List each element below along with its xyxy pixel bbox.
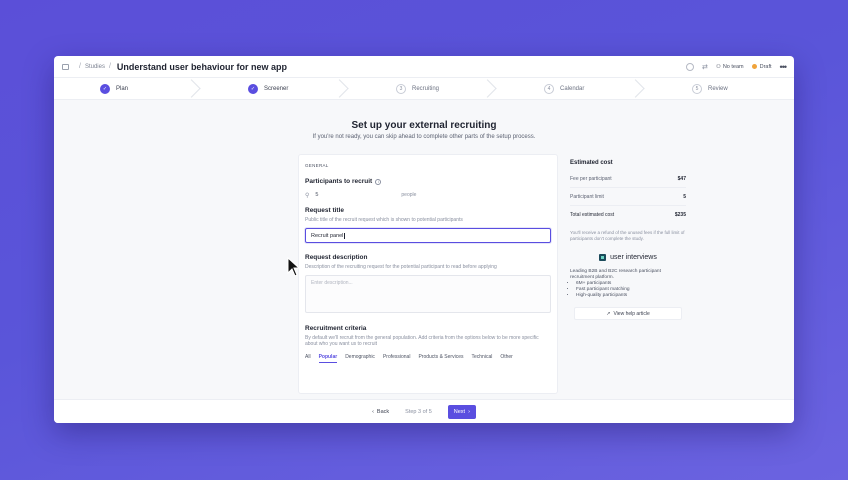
text-caret bbox=[344, 232, 346, 239]
preview-icon[interactable] bbox=[686, 62, 695, 71]
request-title-label: Request title bbox=[305, 207, 345, 214]
cost-row-total: Total estimated cost $235 bbox=[570, 206, 686, 224]
team-icon: ⚇ bbox=[715, 63, 721, 70]
setup-stepper: ✓ Plan ✓ Screener 3 Recruiting 4 Calenda… bbox=[54, 78, 794, 100]
person-icon: ⚲ bbox=[305, 192, 310, 199]
general-section-label: GENERAL bbox=[305, 163, 329, 168]
chevron-left-icon: ‹ bbox=[372, 408, 374, 415]
tab-professional[interactable]: Professional bbox=[383, 354, 411, 363]
step-number: 4 bbox=[544, 83, 554, 94]
tab-all[interactable]: All bbox=[305, 354, 311, 363]
cost-value: $47 bbox=[677, 175, 686, 182]
check-icon: ✓ bbox=[248, 83, 258, 94]
cost-panel: Estimated cost Fee per participant $47 P… bbox=[566, 154, 690, 344]
partner-logo: user interviews bbox=[570, 254, 686, 261]
step-label: Screener bbox=[264, 85, 289, 92]
participants-label: Participants to recruit i bbox=[305, 178, 551, 185]
request-title-value: Recruit panel bbox=[311, 232, 344, 239]
section-subheading: If you're not ready, you can skip ahead … bbox=[312, 134, 536, 140]
view-help-article-button[interactable]: ↗ View help article bbox=[574, 307, 682, 320]
step-screener[interactable]: ✓ Screener bbox=[202, 78, 350, 99]
partner-description: Leading B2B and B2C research participant… bbox=[570, 269, 661, 280]
page-title: Understand user behaviour for new app bbox=[116, 61, 287, 72]
cost-value: 5 bbox=[683, 193, 686, 200]
translate-icon[interactable]: ⇄ bbox=[702, 63, 708, 71]
step-label: Plan bbox=[116, 85, 129, 92]
participants-value[interactable]: 5 bbox=[315, 192, 395, 198]
refund-note: You'll receive a refund of the unused fe… bbox=[570, 230, 685, 241]
step-label: Calendar bbox=[560, 85, 585, 92]
breadcrumb-separator: / bbox=[108, 63, 111, 70]
list-item: High-quality participants bbox=[576, 293, 686, 299]
chevron-right-icon: › bbox=[468, 408, 470, 415]
step-label: Review bbox=[708, 85, 728, 92]
user-interviews-logo-icon bbox=[599, 254, 607, 261]
status-badge[interactable]: Draft bbox=[751, 63, 772, 70]
step-calendar[interactable]: 4 Calendar bbox=[498, 78, 646, 99]
status-label: Draft bbox=[759, 63, 772, 70]
more-icon[interactable]: ••• bbox=[780, 62, 788, 72]
next-button[interactable]: Next › bbox=[447, 404, 476, 419]
back-button[interactable]: ‹ Back bbox=[372, 409, 389, 415]
request-description-help: Description of the recruiting request fo… bbox=[305, 264, 497, 270]
criteria-tabs: All Popular Demographic Professional Pro… bbox=[305, 354, 551, 363]
wizard-footer: ‹ Back Step 3 of 5 Next › bbox=[54, 399, 794, 423]
breadcrumb-studies[interactable]: Studies bbox=[85, 64, 105, 70]
tab-products-services[interactable]: Products & Services bbox=[418, 354, 463, 363]
breadcrumb-separator: / bbox=[79, 63, 81, 70]
step-label: Recruiting bbox=[412, 85, 440, 92]
app-window: / Studies / Understand user behaviour fo… bbox=[54, 56, 794, 423]
back-label: Back bbox=[376, 408, 390, 415]
cost-table: Fee per participant $47 Participant limi… bbox=[570, 170, 686, 224]
next-label: Next bbox=[453, 408, 466, 415]
team-button[interactable]: ⚇ No team bbox=[716, 64, 744, 70]
tab-demographic[interactable]: Demographic bbox=[345, 354, 375, 363]
recruiting-form: GENERAL Participants to recruit i ⚲ 5 pe… bbox=[298, 154, 558, 394]
cost-title: Estimated cost bbox=[570, 160, 613, 166]
partner-benefits: 6M+ participants Fast participant matchi… bbox=[570, 281, 686, 299]
request-title-input[interactable]: Recruit panel bbox=[305, 228, 551, 243]
team-label: No team bbox=[722, 63, 744, 70]
step-number: 3 bbox=[396, 83, 406, 94]
external-link-icon: ↗ bbox=[606, 310, 611, 317]
cost-value: $235 bbox=[674, 212, 686, 218]
check-icon: ✓ bbox=[100, 83, 110, 94]
step-counter: Step 3 of 5 bbox=[405, 408, 432, 415]
main-content: Set up your external recruiting If you'r… bbox=[54, 100, 794, 399]
criteria-help: By default we'll recruit from the genera… bbox=[305, 335, 539, 347]
tab-popular[interactable]: Popular bbox=[318, 354, 338, 363]
cost-label: Total estimated cost bbox=[570, 212, 615, 218]
mouse-cursor-icon bbox=[287, 257, 301, 277]
cost-label: Fee per participant bbox=[570, 175, 612, 182]
home-icon[interactable] bbox=[62, 63, 69, 70]
cost-label: Participant limit bbox=[570, 193, 604, 200]
cost-row: Fee per participant $47 bbox=[570, 170, 686, 188]
criteria-label: Recruitment criteria bbox=[305, 325, 367, 332]
participants-unit: people bbox=[401, 192, 417, 198]
request-description-input[interactable]: Enter description... bbox=[305, 275, 551, 313]
info-icon[interactable]: i bbox=[375, 178, 382, 185]
request-title-help: Public title of the recruit request whic… bbox=[305, 217, 463, 223]
request-description-label: Request description bbox=[305, 254, 368, 261]
tab-technical[interactable]: Technical bbox=[471, 354, 492, 363]
participants-stepper[interactable]: ⚲ 5 people bbox=[305, 189, 551, 201]
partner-name: user interviews bbox=[610, 254, 657, 261]
tab-other[interactable]: Other bbox=[500, 354, 513, 363]
help-button-label: View help article bbox=[613, 310, 650, 317]
topbar-actions: ⇄ ⚇ No team Draft ••• bbox=[686, 62, 788, 72]
status-dot-icon bbox=[751, 64, 757, 69]
top-bar: / Studies / Understand user behaviour fo… bbox=[54, 56, 794, 78]
section-heading: Set up your external recruiting bbox=[351, 120, 497, 131]
step-plan[interactable]: ✓ Plan bbox=[54, 78, 202, 99]
step-review[interactable]: 5 Review bbox=[646, 78, 794, 99]
step-recruiting[interactable]: 3 Recruiting bbox=[350, 78, 498, 99]
participants-label-text: Participants to recruit bbox=[305, 178, 373, 185]
step-number: 5 bbox=[692, 83, 702, 94]
cost-row: Participant limit 5 bbox=[570, 188, 686, 206]
